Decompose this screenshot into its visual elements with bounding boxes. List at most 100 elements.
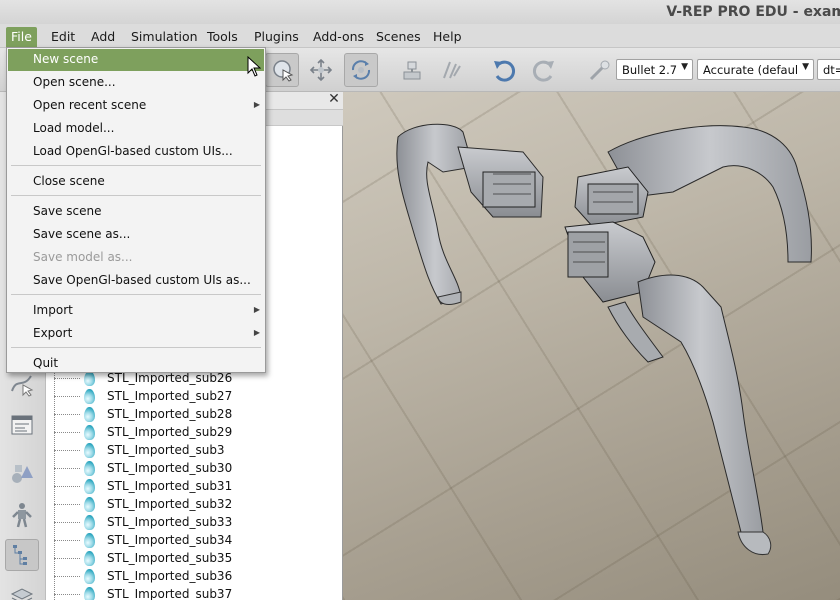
scene-hierarchy-toggle[interactable]	[5, 539, 39, 571]
menu-plugins[interactable]: Plugins	[249, 27, 304, 47]
close-icon[interactable]: ✕	[327, 92, 341, 107]
shapes-button[interactable]	[5, 458, 39, 490]
menu-item-label: Load model...	[33, 121, 115, 135]
camera-fit-icon	[273, 60, 294, 82]
menu-item-label: Save scene as...	[33, 227, 131, 241]
tree-connector	[54, 540, 80, 541]
mouse-pointer-icon	[247, 56, 261, 77]
menu-add[interactable]: Add	[86, 27, 120, 47]
tree-item-label: STL_Imported_sub3	[107, 443, 225, 457]
tree-item-label: STL_Imported_sub27	[107, 389, 233, 403]
robot-icon	[12, 503, 32, 528]
shape-icon	[84, 497, 95, 512]
menu-close-scene[interactable]: Close scene	[8, 171, 264, 193]
submenu-arrow-icon: ▶	[253, 328, 260, 337]
tree-connector	[54, 432, 80, 433]
tree-connector	[54, 450, 80, 451]
tree-item[interactable]: STL_Imported_sub37	[46, 586, 343, 600]
tree-item[interactable]: STL_Imported_sub27	[46, 388, 343, 406]
tree-item-label: STL_Imported_sub29	[107, 425, 233, 439]
shape-icon	[84, 515, 95, 530]
tree-item[interactable]: STL_Imported_sub29	[46, 424, 343, 442]
menu-item-label: Import	[33, 303, 73, 317]
tree-item-label: STL_Imported_sub34	[107, 533, 233, 547]
tree-item-label: STL_Imported_sub35	[107, 551, 233, 565]
menu-scenes[interactable]: Scenes	[371, 27, 426, 47]
menu-save-scene[interactable]: Save scene	[8, 201, 264, 223]
models-button[interactable]	[5, 499, 39, 531]
shape-icon	[84, 479, 95, 494]
menu-save-opengl-uis-as[interactable]: Save OpenGl-based custom UIs as...	[8, 270, 264, 292]
script-edit-button[interactable]	[5, 409, 39, 441]
shape-icon	[84, 407, 95, 422]
assemble-button[interactable]	[395, 53, 429, 87]
tree-connector	[54, 576, 80, 577]
tree-item[interactable]: STL_Imported_sub36	[46, 568, 343, 586]
menu-save-scene-as[interactable]: Save scene as...	[8, 224, 264, 246]
chevron-down-icon: ▼	[802, 62, 809, 72]
menu-bar: File Edit Add Simulation Tools Plugins A…	[0, 24, 840, 48]
menu-load-opengl-uis[interactable]: Load OpenGl-based custom UIs...	[8, 141, 264, 163]
menu-save-model-as: Save model as...	[8, 247, 264, 269]
camera-fit-button[interactable]	[265, 53, 299, 87]
tree-item[interactable]: STL_Imported_sub33	[46, 514, 343, 532]
tree-item-label: STL_Imported_sub30	[107, 461, 233, 475]
menu-edit[interactable]: Edit	[46, 27, 80, 47]
tree-connector	[54, 522, 80, 523]
menu-open-recent-scene[interactable]: Open recent scene ▶	[8, 95, 264, 117]
tree-item-label: STL_Imported_sub36	[107, 569, 233, 583]
tree-item-label: STL_Imported_sub37	[107, 587, 233, 600]
submenu-arrow-icon: ▶	[253, 305, 260, 314]
redo-icon	[533, 60, 554, 82]
menu-file[interactable]: File	[6, 27, 37, 47]
menu-help[interactable]: Help	[428, 27, 467, 47]
menu-add-ons[interactable]: Add-ons	[308, 27, 369, 47]
layers-button[interactable]	[5, 580, 39, 600]
menu-new-scene[interactable]: New scene	[8, 49, 264, 71]
menu-item-label: Close scene	[33, 174, 105, 188]
menu-export[interactable]: Export ▶	[8, 323, 264, 345]
shape-icon	[84, 443, 95, 458]
hexapod-robot-model	[396, 123, 812, 556]
menu-open-scene[interactable]: Open scene...	[8, 72, 264, 94]
tree-item-label: STL_Imported_sub33	[107, 515, 233, 529]
menu-item-label: Open recent scene	[33, 98, 147, 112]
title-bar: V-REP PRO EDU - exam	[0, 0, 840, 24]
tree-item-label: STL_Imported_sub31	[107, 479, 233, 493]
tree-item[interactable]: STL_Imported_sub3	[46, 442, 343, 460]
tree-connector	[54, 504, 80, 505]
menu-simulation[interactable]: Simulation	[126, 27, 203, 47]
tree-item[interactable]: STL_Imported_sub35	[46, 550, 343, 568]
menu-item-label: Open scene...	[33, 75, 116, 89]
object-rotate-button[interactable]	[344, 53, 378, 87]
tree-item[interactable]: STL_Imported_sub31	[46, 478, 343, 496]
disassemble-button[interactable]	[435, 53, 469, 87]
tree-item[interactable]: STL_Imported_sub30	[46, 460, 343, 478]
chevron-down-icon: ▼	[681, 62, 688, 72]
redo-button[interactable]	[527, 53, 561, 87]
tree-connector	[54, 558, 80, 559]
menu-item-label: Quit	[33, 356, 59, 370]
menu-tools[interactable]: Tools	[202, 27, 243, 47]
tree-item[interactable]: STL_Imported_sub32	[46, 496, 343, 514]
shape-icon	[84, 587, 95, 600]
undo-button[interactable]	[487, 53, 521, 87]
scene-viewport[interactable]	[343, 92, 840, 600]
tree-item[interactable]: STL_Imported_sub34	[46, 532, 343, 550]
menu-load-model[interactable]: Load model...	[8, 118, 264, 140]
accuracy-select[interactable]: Accurate (defaul ▼	[697, 59, 814, 80]
physics-engine-select[interactable]: Bullet 2.7 ▼	[616, 59, 693, 80]
file-menu-dropdown: New scene Open scene... Open recent scen…	[6, 47, 266, 373]
menu-separator	[11, 195, 261, 196]
tree-item[interactable]: STL_Imported_sub28	[46, 406, 343, 424]
assemble-icon	[403, 61, 421, 80]
time-step-select[interactable]: dt=	[817, 59, 840, 80]
shape-icon	[84, 551, 95, 566]
magic-wand-button[interactable]	[582, 53, 616, 87]
menu-import[interactable]: Import ▶	[8, 300, 264, 322]
disassemble-icon	[443, 61, 461, 79]
undo-icon	[494, 60, 515, 82]
object-move-button[interactable]	[304, 53, 338, 87]
shape-icon	[84, 425, 95, 440]
menu-quit[interactable]: Quit	[8, 353, 264, 375]
